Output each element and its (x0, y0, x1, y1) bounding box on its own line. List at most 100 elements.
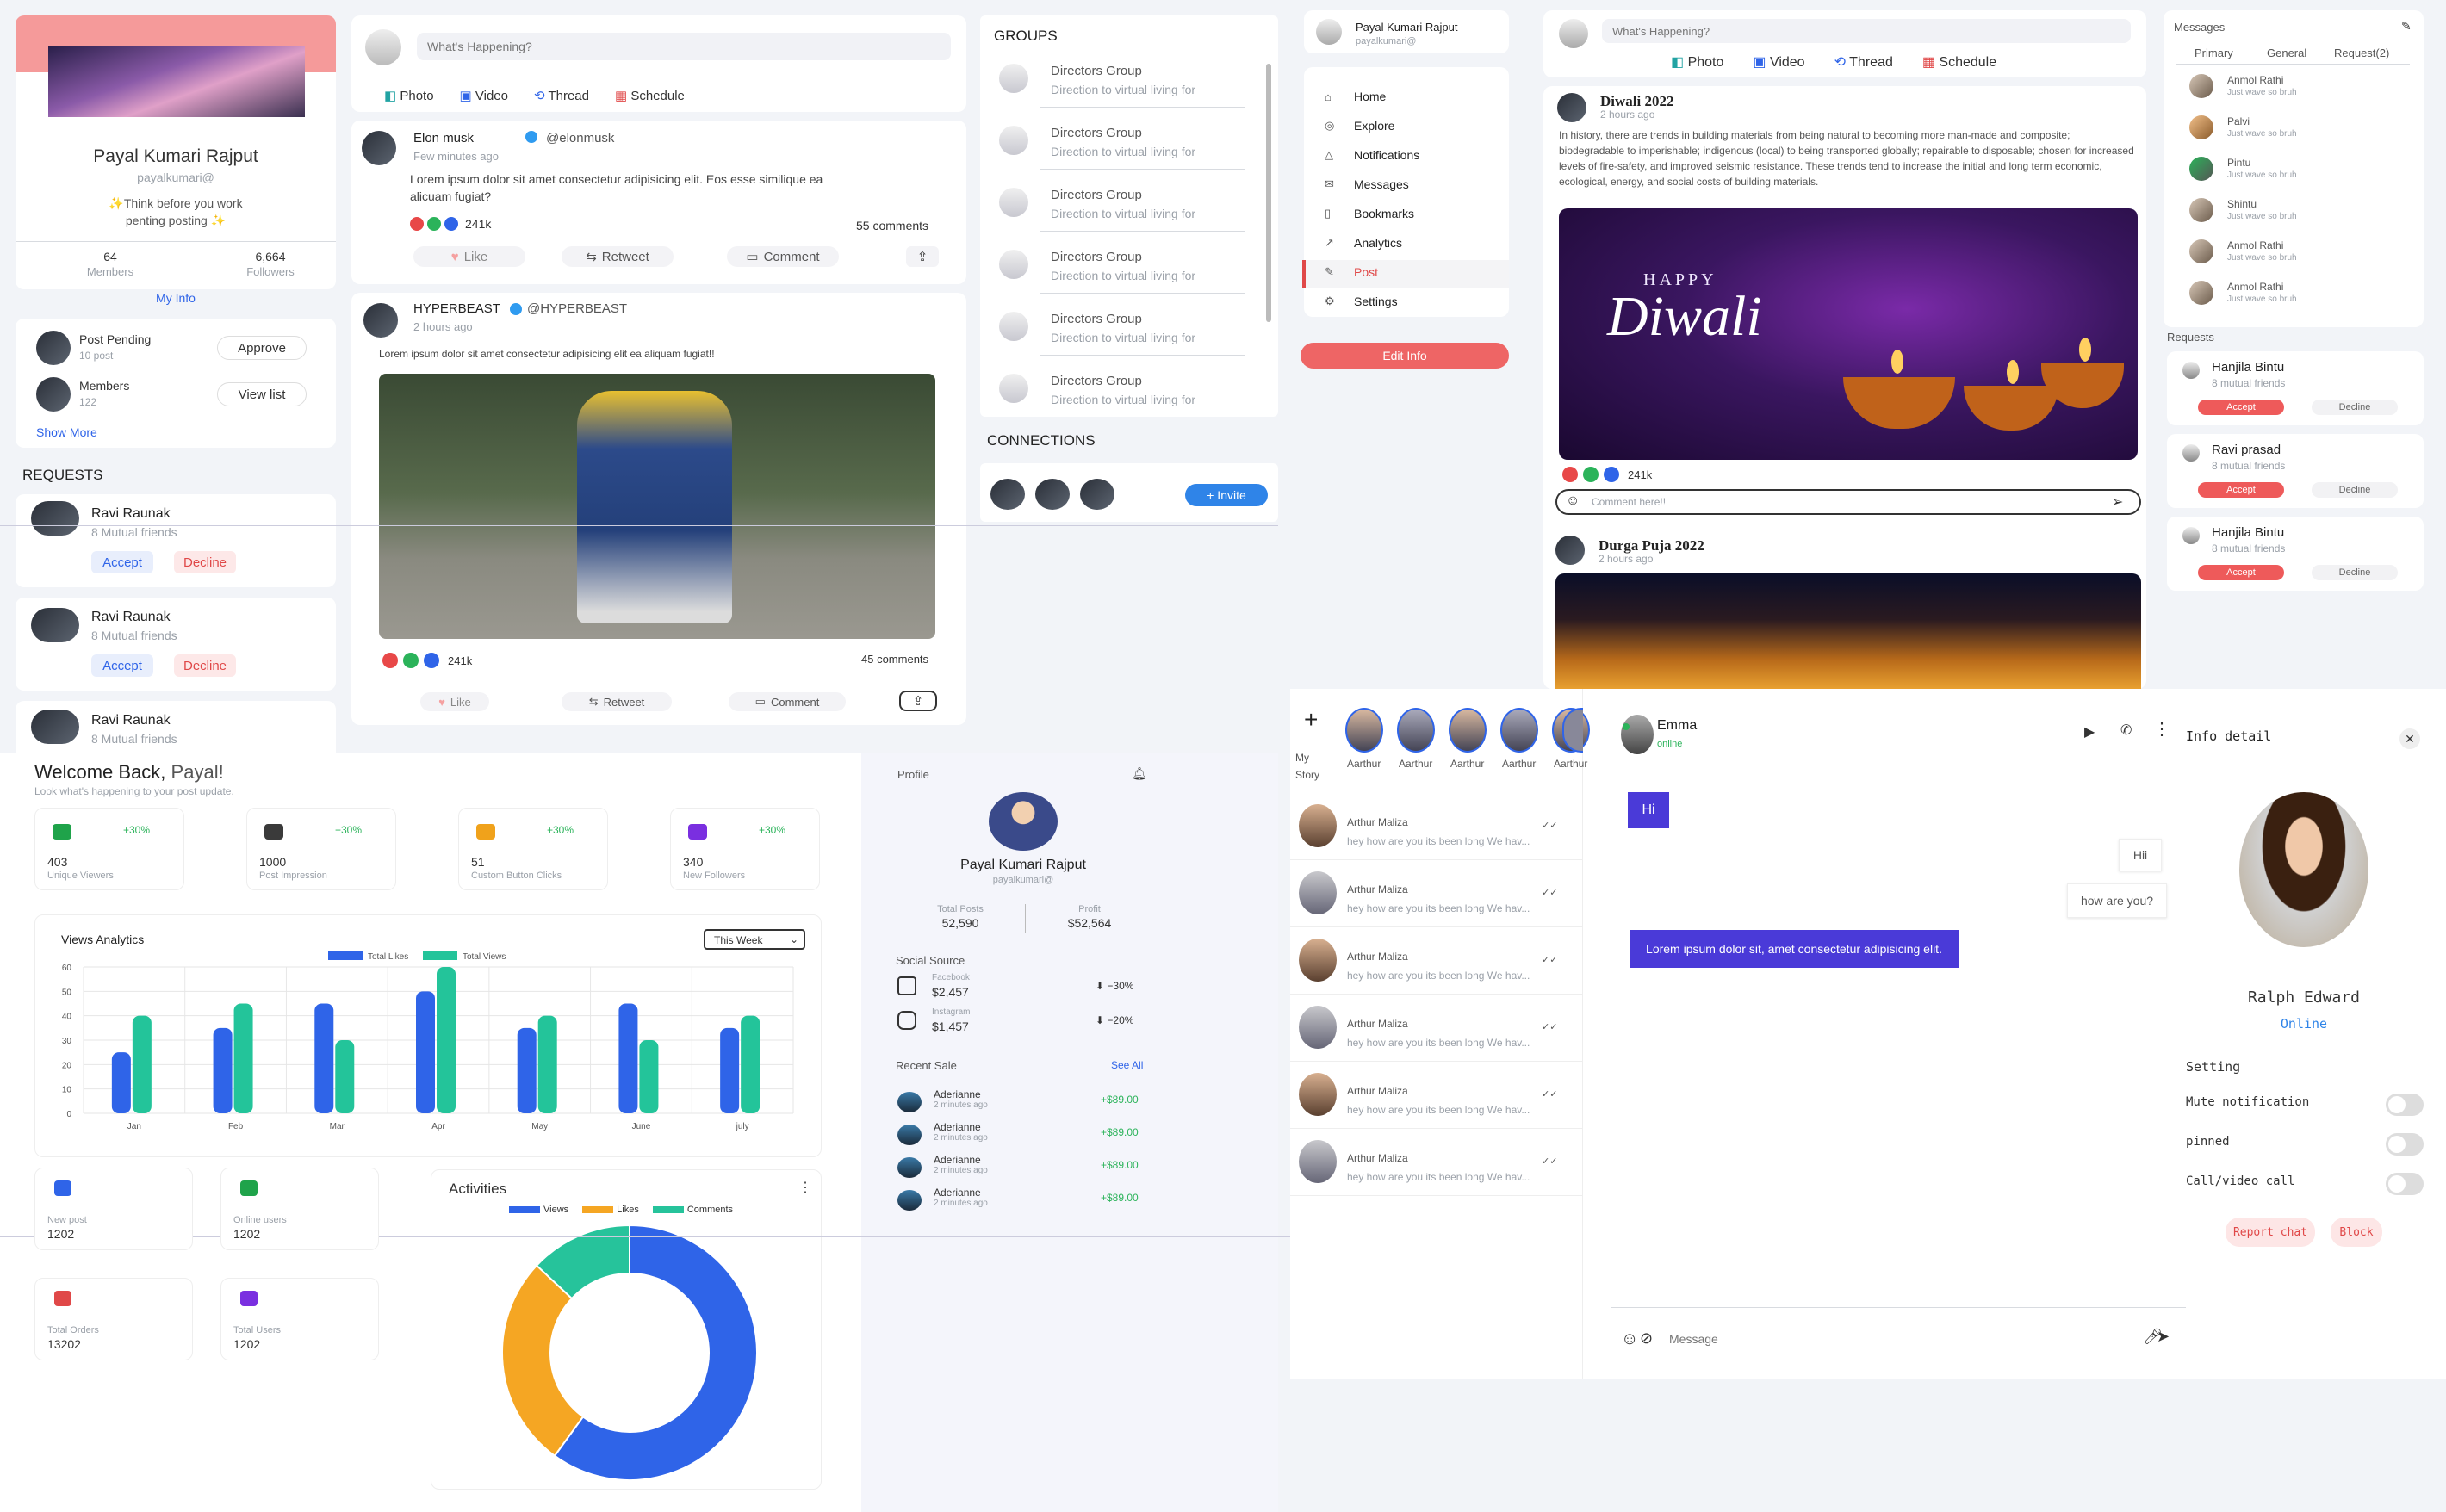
edit-info-button[interactable]: Edit Info (1301, 343, 1509, 369)
chat-name[interactable]: Arthur Maliza (1347, 1018, 1408, 1030)
report-chat-button[interactable]: Report chat (2226, 1218, 2315, 1247)
schedule-button[interactable]: ▦ Schedule (1922, 53, 1996, 71)
story-avatar[interactable] (1345, 708, 1383, 753)
bar-total-views (437, 967, 456, 1113)
bell-icon[interactable]: 🔔︎ (1132, 766, 1147, 781)
approve-button[interactable]: Approve (217, 336, 307, 360)
schedule-button[interactable]: ▦ Schedule (615, 88, 685, 103)
accept-button[interactable]: Accept (91, 551, 153, 573)
close-icon[interactable]: ✕ (2399, 728, 2420, 749)
sidebar-item-home[interactable]: ⌂ Home (1325, 90, 1386, 103)
view-list-button[interactable]: View list (217, 382, 307, 406)
emoji-icon[interactable]: ☺ (1566, 493, 1580, 509)
phone-icon[interactable]: ✆ (2120, 722, 2132, 739)
decline-button[interactable]: Decline (2312, 400, 2398, 415)
thumb-icon (424, 653, 439, 668)
block-button[interactable]: Block (2331, 1218, 2382, 1247)
tab-requests[interactable]: Request(2) (2334, 46, 2389, 59)
message-input[interactable] (1669, 1326, 2126, 1352)
accept-button[interactable]: Accept (2198, 565, 2284, 580)
wallet-icon (53, 824, 71, 840)
message-sender[interactable]: Anmol Rathi (2227, 239, 2283, 251)
send-icon[interactable]: ➢ (2112, 493, 2123, 511)
sidebar-item-explore[interactable]: ◎ Explore (1325, 119, 1394, 133)
decline-button[interactable]: Decline (174, 654, 236, 677)
tab-primary[interactable]: Primary (2195, 46, 2233, 59)
avatar[interactable] (990, 479, 1025, 510)
share-button[interactable]: ⇪ (906, 246, 939, 267)
edit-icon[interactable]: ✎ (2401, 19, 2412, 34)
my-info-link[interactable]: My Info (16, 291, 336, 305)
retweet-button[interactable]: ⇆ Retweet (562, 246, 674, 267)
scrollbar[interactable] (1266, 64, 1271, 322)
invite-button[interactable]: + Invite (1185, 484, 1268, 506)
attach-icon[interactable]: ⊘ (1640, 1329, 1653, 1348)
photo-button[interactable]: ◧ Photo (1671, 53, 1723, 71)
message-sender[interactable]: Anmol Rathi (2227, 281, 2283, 293)
video-button[interactable]: ▣ Video (460, 88, 508, 103)
whats-happening-input[interactable] (1602, 19, 2131, 43)
range-select[interactable]: This Week ⌄ (704, 929, 805, 950)
avatar[interactable] (1035, 479, 1070, 510)
avatar (2189, 239, 2213, 263)
whats-happening-input[interactable] (417, 33, 951, 60)
decline-button[interactable]: Decline (2312, 482, 2398, 498)
share-button[interactable]: ⇪ (899, 691, 937, 711)
avatar[interactable] (1080, 479, 1114, 510)
sidebar-item-post[interactable]: ✎ Post (1325, 265, 1378, 279)
video-button[interactable]: ▣ Video (1753, 53, 1804, 71)
post-handle: @elonmusk (546, 131, 615, 146)
like-button[interactable]: ♥ Like (420, 692, 489, 711)
see-all-link[interactable]: See All (1111, 1059, 1143, 1071)
post-author: HYPERBEAST (413, 301, 500, 316)
group-name[interactable]: Directors Group (1051, 64, 1142, 78)
sidebar-item-messages[interactable]: ✉ Messages (1325, 177, 1409, 191)
chat-name[interactable]: Arthur Maliza (1347, 883, 1408, 895)
decline-button[interactable]: Decline (2312, 565, 2398, 580)
chat-name[interactable]: Arthur Maliza (1347, 816, 1408, 828)
story-avatar[interactable] (1500, 708, 1538, 753)
story-avatar[interactable] (1449, 708, 1487, 753)
story-avatar[interactable] (1397, 708, 1435, 753)
comment-input[interactable]: ☺ Comment here!! ➢ (1555, 489, 2141, 515)
toggle-switch[interactable] (2386, 1094, 2424, 1116)
toggle-switch[interactable] (2386, 1173, 2424, 1195)
sidebar-item-notifications[interactable]: △ Notifications (1325, 148, 1419, 162)
chat-name[interactable]: Arthur Maliza (1347, 1152, 1408, 1164)
sidebar-item-settings[interactable]: ⚙ Settings (1325, 294, 1398, 308)
video-call-icon[interactable]: ▶ (2084, 723, 2095, 741)
photo-button[interactable]: ◧ Photo (384, 88, 434, 103)
toggle-switch[interactable] (2386, 1133, 2424, 1156)
accept-button[interactable]: Accept (2198, 482, 2284, 498)
post-handle: @HYPERBEAST (527, 301, 628, 316)
comment-button[interactable]: ▭ Comment (727, 246, 839, 267)
thread-button[interactable]: ⟲ Thread (1834, 53, 1893, 71)
group-name[interactable]: Directors Group (1051, 312, 1142, 326)
group-name[interactable]: Directors Group (1051, 374, 1142, 388)
send-icon[interactable]: ➤ (2157, 1328, 2170, 1346)
sidebar-item-bookmarks[interactable]: ▯ Bookmarks (1325, 207, 1414, 220)
message-sender[interactable]: Pintu (2227, 157, 2250, 169)
accept-button[interactable]: Accept (2198, 400, 2284, 415)
chat-name[interactable]: Arthur Maliza (1347, 1085, 1408, 1097)
group-name[interactable]: Directors Group (1051, 126, 1142, 140)
tab-general[interactable]: General (2267, 46, 2306, 59)
add-story-button[interactable]: + (1304, 706, 1318, 734)
like-button[interactable]: ♥ Like (413, 246, 525, 267)
show-more-link[interactable]: Show More (36, 425, 97, 439)
retweet-button[interactable]: ⇆ Retweet (562, 692, 672, 711)
thread-button[interactable]: ⟲ Thread (534, 88, 589, 103)
decline-button[interactable]: Decline (174, 551, 236, 573)
message-sender[interactable]: Shintu (2227, 198, 2257, 210)
emoji-icon[interactable]: ☺ (1621, 1329, 1638, 1349)
comment-button[interactable]: ▭ Comment (729, 692, 846, 711)
group-name[interactable]: Directors Group (1051, 250, 1142, 264)
message-sender[interactable]: Palvi (2227, 115, 2250, 127)
more-icon[interactable]: ⋮ (2153, 718, 2170, 740)
message-sender[interactable]: Anmol Rathi (2227, 74, 2283, 86)
accept-button[interactable]: Accept (91, 654, 153, 677)
chat-name[interactable]: Arthur Maliza (1347, 951, 1408, 963)
more-icon[interactable]: ⋮ (798, 1179, 812, 1196)
group-name[interactable]: Directors Group (1051, 188, 1142, 202)
sidebar-item-analytics[interactable]: ↗ Analytics (1325, 236, 1402, 250)
